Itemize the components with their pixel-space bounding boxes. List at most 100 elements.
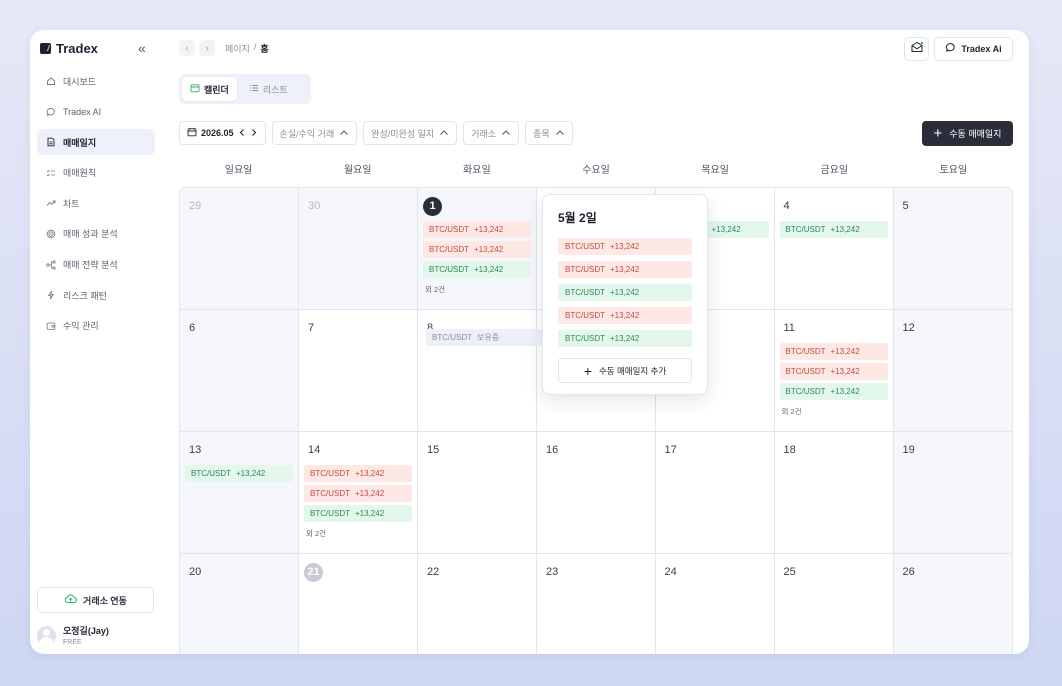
- more-trades-link[interactable]: 외 2건: [304, 528, 412, 539]
- exchange-connect-button[interactable]: 거래소 연동: [37, 587, 154, 613]
- sidebar-item-tradex-ai[interactable]: Tradex AI: [37, 99, 155, 125]
- inbox-button[interactable]: [904, 37, 929, 61]
- collapse-sidebar-button[interactable]: «: [138, 40, 146, 56]
- prev-month-button[interactable]: [238, 128, 246, 139]
- symbol-filter[interactable]: 종목: [525, 121, 573, 145]
- calendar-day[interactable]: 11 BTC/USDT +13,242 BTC/USDT +13,242 BTC/U…: [774, 310, 894, 432]
- trade-entry[interactable]: BTC/USDT +13,242: [558, 330, 692, 347]
- calendar-day[interactable]: 19: [893, 432, 1012, 554]
- calendar-day[interactable]: 18: [774, 432, 894, 554]
- calendar-day[interactable]: 5: [893, 188, 1012, 310]
- forward-button[interactable]: ›: [199, 40, 215, 56]
- trade-pnl: +13,242: [830, 225, 860, 234]
- next-month-button[interactable]: [250, 128, 258, 139]
- calendar-day[interactable]: 15: [418, 432, 537, 554]
- add-manual-journal-button[interactable]: + 수동 매매일지: [922, 121, 1013, 146]
- popover-title: 5월 2일: [558, 211, 597, 225]
- trade-pair: BTC/USDT: [565, 242, 605, 251]
- trade-entry[interactable]: BTC/USDT +13,242: [779, 363, 888, 380]
- tab-list[interactable]: 리스트: [241, 77, 296, 101]
- calendar-icon: [187, 127, 197, 139]
- trade-entry[interactable]: BTC/USDT +13,242: [558, 284, 692, 301]
- calendar-day[interactable]: 4 BTC/USDT +13,242: [774, 188, 894, 310]
- calendar-day[interactable]: 13 BTC/USDT +13,242: [180, 432, 299, 554]
- calendar-day[interactable]: 17: [655, 432, 775, 554]
- brand[interactable]: Tradex: [40, 41, 98, 56]
- calendar-day[interactable]: 16: [537, 432, 656, 554]
- day-number: 4: [783, 200, 790, 212]
- back-button[interactable]: ‹: [179, 40, 195, 56]
- sidebar-item-risk[interactable]: 리스크 패턴: [37, 282, 155, 308]
- exchange-filter[interactable]: 거래소: [463, 121, 520, 145]
- sidebar-item-principles[interactable]: 매매원칙: [37, 160, 155, 186]
- sidebar-item-chart[interactable]: 차트: [37, 190, 155, 216]
- trade-pnl: +13,242: [830, 387, 860, 396]
- plus-icon: +: [933, 125, 943, 142]
- calendar-day[interactable]: 20: [180, 554, 299, 654]
- tradex-ai-button[interactable]: Tradex Ai: [934, 37, 1013, 61]
- weekday-label: 월요일: [343, 165, 372, 176]
- completion-filter[interactable]: 완성/미완성 일지: [363, 121, 458, 145]
- chevron-up-icon: [439, 128, 449, 138]
- trade-entry[interactable]: BTC/USDT +13,242: [779, 383, 888, 400]
- trade-entry[interactable]: BTC/USDT +13,242: [304, 505, 412, 522]
- trade-entry[interactable]: BTC/USDT +13,242: [558, 238, 692, 255]
- calendar-day[interactable]: 25: [775, 554, 894, 654]
- sidebar-item-profit[interactable]: 수익 관리: [37, 313, 155, 339]
- trade-entry[interactable]: BTC/USDT +13,242: [423, 241, 531, 258]
- trade-pnl: +13,242: [474, 265, 504, 274]
- sidebar-item-journal[interactable]: 매매일지: [37, 129, 155, 156]
- calendar-day[interactable]: 29: [180, 188, 299, 310]
- trade-entry[interactable]: BTC/USDT +13,242: [558, 307, 692, 324]
- trade-pnl: +13,242: [610, 288, 640, 297]
- trade-entry[interactable]: BTC/USDT +13,242: [185, 465, 293, 482]
- trade-entry[interactable]: BTC/USDT +13,242: [558, 261, 692, 278]
- calendar-day[interactable]: 30: [299, 188, 418, 310]
- trade-entry[interactable]: BTC/USDT +13,242: [779, 343, 888, 360]
- tab-calendar-label: 캘린더: [204, 84, 229, 95]
- user-profile[interactable]: 오정길(Jay) FREE: [37, 624, 109, 646]
- trade-entry[interactable]: BTC/USDT +13,242: [779, 221, 888, 238]
- holding-status: 보유중: [477, 333, 500, 342]
- profit-loss-filter[interactable]: 손실/수익 거래: [271, 121, 358, 145]
- calendar-day[interactable]: 1 BTC/USDT +13,242 BTC/USDT +13,242 BTC/US…: [418, 188, 537, 310]
- trade-entry[interactable]: BTC/USDT +13,242: [423, 261, 531, 278]
- day-detail-popover: 5월 2일 BTC/USDT +13,242 BTC/USDT +13,242 BT…: [542, 194, 708, 395]
- sidebar-item-performance[interactable]: 매매 성과 분석: [37, 221, 155, 247]
- trade-entry[interactable]: BTC/USDT +13,242: [304, 485, 412, 502]
- add-journal-entry-button[interactable]: + 수동 매매일지 추가: [558, 358, 692, 383]
- weekday-label: 토요일: [939, 165, 968, 176]
- month-selector[interactable]: 2026.05: [179, 121, 266, 145]
- app-name: Tradex: [56, 41, 98, 56]
- calendar-day[interactable]: 6: [180, 310, 299, 432]
- trade-pnl: +13,242: [355, 509, 385, 518]
- tab-calendar[interactable]: 캘린더: [182, 77, 237, 101]
- calendar-day[interactable]: 26: [893, 554, 1012, 654]
- chevron-up-icon: [555, 128, 565, 138]
- trade-pnl: +13,242: [711, 225, 741, 234]
- exchange-connect-label: 거래소 연동: [83, 595, 127, 606]
- sidebar-item-dashboard[interactable]: 대시보드: [37, 68, 155, 94]
- calendar-day[interactable]: 7: [299, 310, 418, 432]
- sidebar-item-label: 매매 성과 분석: [63, 229, 118, 240]
- calendar-day[interactable]: 12: [893, 310, 1012, 432]
- more-trades-link[interactable]: 외 2건: [423, 284, 531, 295]
- calendar-day[interactable]: 23: [537, 554, 656, 654]
- more-trades-link[interactable]: 외 2건: [780, 406, 888, 417]
- trade-pair: BTC/USDT: [429, 225, 469, 234]
- trade-pair: BTC/USDT: [310, 469, 350, 478]
- day-number: 22: [427, 566, 440, 578]
- trade-entry[interactable]: BTC/USDT +13,242: [423, 221, 531, 238]
- day-number: 24: [664, 566, 677, 578]
- calendar-day[interactable]: 21: [299, 554, 418, 654]
- calendar-day[interactable]: 24: [656, 554, 775, 654]
- weekday-label: 수요일: [582, 165, 610, 176]
- calendar-day[interactable]: 22: [418, 554, 537, 654]
- sidebar-item-strategy[interactable]: 매매 전략 분석: [37, 252, 155, 278]
- trade-pair: BTC/USDT: [785, 387, 826, 396]
- breadcrumb-item[interactable]: 페이지: [225, 42, 250, 55]
- calendar-day[interactable]: 14 BTC/USDT +13,242 BTC/USDT +13,242 BTC/U…: [299, 432, 418, 554]
- tradex-ai-label: Tradex Ai: [961, 44, 1002, 54]
- trade-pair: BTC/USDT: [785, 367, 826, 376]
- trade-entry[interactable]: BTC/USDT +13,242: [304, 465, 412, 482]
